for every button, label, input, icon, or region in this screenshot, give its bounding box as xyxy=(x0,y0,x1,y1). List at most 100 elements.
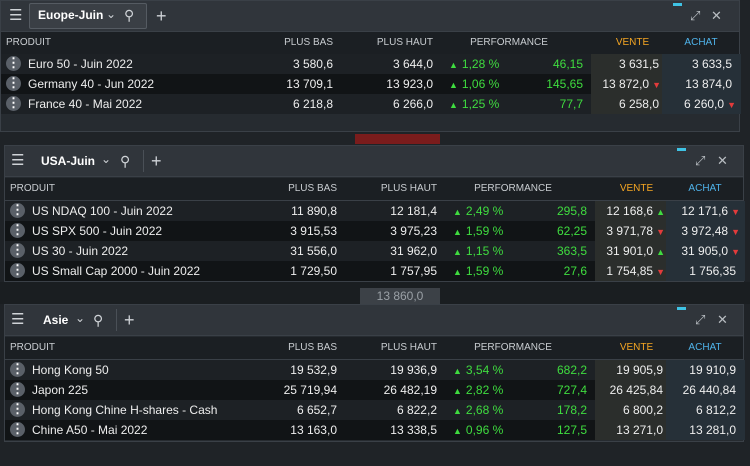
panel-drag-handle[interactable] xyxy=(677,148,686,151)
sell-price[interactable]: 12 168,6 ▲ xyxy=(595,201,665,222)
chevron-down-icon[interactable]: ⌄ xyxy=(106,7,116,21)
add-watchlist-button[interactable]: + xyxy=(151,146,162,176)
sell-price[interactable]: 19 905,9 xyxy=(595,360,663,380)
expand-icon[interactable]: ⤢ xyxy=(695,146,705,176)
close-icon[interactable]: ✕ xyxy=(711,1,722,31)
product-name[interactable]: Euro 50 - Juin 2022 xyxy=(28,54,133,74)
add-watchlist-button[interactable]: + xyxy=(156,1,167,31)
buy-price[interactable]: 19 910,9 xyxy=(666,360,736,380)
product-name[interactable]: US NDAQ 100 - Juin 2022 xyxy=(32,201,173,221)
header-performance[interactable]: PERFORMANCE xyxy=(441,32,577,54)
buy-price[interactable]: 13 874,0 xyxy=(662,74,732,94)
vertical-dots-icon[interactable] xyxy=(10,241,25,259)
product-name[interactable]: Germany 40 - Jun 2022 xyxy=(28,74,154,94)
product-name[interactable]: US 30 - Juin 2022 xyxy=(32,241,128,261)
panel-drag-handle[interactable] xyxy=(677,307,686,310)
buy-price[interactable]: 26 440,84 xyxy=(666,380,736,400)
table-row[interactable]: Hong Kong 50 19 532,9 19 936,9 ▲3,54 % 682,2… xyxy=(5,360,745,380)
header-buy[interactable]: ACHAT xyxy=(665,178,745,200)
low-value: 31 556,0 xyxy=(290,244,337,258)
sell-price[interactable]: 13 872,0 ▼ xyxy=(591,74,661,95)
buy-price[interactable]: 1 756,35 xyxy=(666,261,736,281)
hamburger-icon[interactable]: ☰ xyxy=(11,146,24,176)
vertical-dots-icon[interactable] xyxy=(10,221,25,239)
hamburger-icon[interactable]: ☰ xyxy=(11,305,24,335)
table-row[interactable]: Euro 50 - Juin 2022 3 580,6 3 644,0 ▲1,28 %… xyxy=(1,54,741,74)
magnifier-plus-icon[interactable]: ⚲ xyxy=(93,305,103,335)
header-performance[interactable]: PERFORMANCE xyxy=(445,178,581,200)
table-row[interactable]: France 40 - Mai 2022 6 218,8 6 266,0 ▲1,25 … xyxy=(1,94,741,115)
expand-icon[interactable]: ⤢ xyxy=(695,305,705,335)
table-row[interactable]: US Small Cap 2000 - Juin 2022 1 729,50 1 7… xyxy=(5,261,745,282)
table-row[interactable]: Hong Kong Chine H-shares - Cash 6 652,7 6 … xyxy=(5,400,745,420)
add-watchlist-button[interactable]: + xyxy=(124,305,135,335)
vertical-dots-icon[interactable] xyxy=(10,261,25,279)
vertical-dots-icon[interactable] xyxy=(10,201,25,219)
vertical-dots-icon[interactable] xyxy=(10,400,25,418)
sell-price[interactable]: 31 901,0 ▲ xyxy=(595,241,665,262)
hamburger-icon[interactable]: ☰ xyxy=(9,1,22,31)
watchlist-tab-selector[interactable]: Euope-Juin ⌄ ⚲ xyxy=(29,3,147,29)
magnifier-plus-icon[interactable]: ⚲ xyxy=(120,146,130,176)
table-row[interactable]: US SPX 500 - Juin 2022 3 915,53 3 975,23 ▲1… xyxy=(5,221,745,242)
sell-price[interactable]: 26 425,84 xyxy=(595,380,663,400)
table-row[interactable]: Germany 40 - Jun 2022 13 709,1 13 923,0 ▲1,… xyxy=(1,74,741,95)
low-value: 6 652,7 xyxy=(296,403,337,417)
buy-price[interactable]: 3 633,5 xyxy=(662,54,732,74)
vertical-dots-icon[interactable] xyxy=(6,94,21,112)
header-product[interactable]: PRODUIT xyxy=(10,178,55,200)
header-high[interactable]: PLUS HAUT xyxy=(341,32,433,54)
close-icon[interactable]: ✕ xyxy=(717,305,728,335)
table-row[interactable]: US 30 - Juin 2022 31 556,0 31 962,0 ▲1,15 %… xyxy=(5,241,745,262)
table-row[interactable]: Japon 225 25 719,94 26 482,19 ▲2,82 % 727,4 2… xyxy=(5,380,745,400)
buy-price[interactable]: 6 812,2 xyxy=(666,400,736,420)
product-name[interactable]: Hong Kong Chine H-shares - Cash xyxy=(32,400,217,420)
buy-price[interactable]: 3 972,48 ▼ xyxy=(666,221,740,242)
chevron-down-icon[interactable]: ⌄ xyxy=(75,311,85,325)
table-row[interactable]: US NDAQ 100 - Juin 2022 11 890,8 12 181,4 ▲… xyxy=(5,201,745,222)
product-name[interactable]: Chine A50 - Mai 2022 xyxy=(32,420,147,440)
chevron-down-icon[interactable]: ⌄ xyxy=(101,152,111,166)
header-high[interactable]: PLUS HAUT xyxy=(345,337,437,359)
vertical-dots-icon[interactable] xyxy=(10,420,25,438)
header-low[interactable]: PLUS BAS xyxy=(245,178,337,200)
panel-drag-handle[interactable] xyxy=(673,3,682,6)
sell-price[interactable]: 3 971,78 ▼ xyxy=(595,221,665,242)
header-low[interactable]: PLUS BAS xyxy=(245,337,337,359)
vertical-dots-icon[interactable] xyxy=(10,360,25,378)
buy-price[interactable]: 12 171,6 ▼ xyxy=(666,201,740,222)
sell-price[interactable]: 3 631,5 xyxy=(591,54,659,74)
product-name[interactable]: US Small Cap 2000 - Juin 2022 xyxy=(32,261,200,281)
header-buy[interactable]: ACHAT xyxy=(665,337,745,359)
triangle-up-icon: ▲ xyxy=(453,366,462,376)
sell-price[interactable]: 6 258,0 xyxy=(591,94,659,114)
header-product[interactable]: PRODUIT xyxy=(6,32,51,54)
buy-price[interactable]: 6 260,0 ▼ xyxy=(662,94,736,115)
header-product[interactable]: PRODUIT xyxy=(10,337,55,359)
table-row[interactable]: Chine A50 - Mai 2022 13 163,0 13 338,5 ▲0,9… xyxy=(5,420,745,440)
product-name[interactable]: US SPX 500 - Juin 2022 xyxy=(32,221,162,241)
high-value: 12 181,4 xyxy=(390,204,437,218)
sell-price[interactable]: 13 271,0 xyxy=(595,420,663,440)
header-performance[interactable]: PERFORMANCE xyxy=(445,337,581,359)
sell-price[interactable]: 6 800,2 xyxy=(595,400,663,420)
background-price-label: 13 860,0 xyxy=(360,288,440,304)
vertical-dots-icon[interactable] xyxy=(10,380,25,398)
buy-price[interactable]: 31 905,0 ▼ xyxy=(666,241,740,262)
product-name[interactable]: France 40 - Mai 2022 xyxy=(28,94,142,114)
sell-price[interactable]: 1 754,85 ▼ xyxy=(595,261,665,282)
vertical-dots-icon[interactable] xyxy=(6,74,21,92)
triangle-up-icon: ▲ xyxy=(453,227,462,237)
low-value: 1 729,50 xyxy=(290,264,337,278)
close-icon[interactable]: ✕ xyxy=(717,146,728,176)
header-buy[interactable]: ACHAT xyxy=(661,32,741,54)
background-chart-bar xyxy=(355,134,440,144)
magnifier-plus-icon[interactable]: ⚲ xyxy=(124,7,134,24)
expand-icon[interactable]: ⤢ xyxy=(690,1,700,31)
product-name[interactable]: Japon 225 xyxy=(32,380,88,400)
buy-price[interactable]: 13 281,0 xyxy=(666,420,736,440)
header-low[interactable]: PLUS BAS xyxy=(241,32,333,54)
product-name[interactable]: Hong Kong 50 xyxy=(32,360,109,380)
vertical-dots-icon[interactable] xyxy=(6,54,21,72)
header-high[interactable]: PLUS HAUT xyxy=(345,178,437,200)
